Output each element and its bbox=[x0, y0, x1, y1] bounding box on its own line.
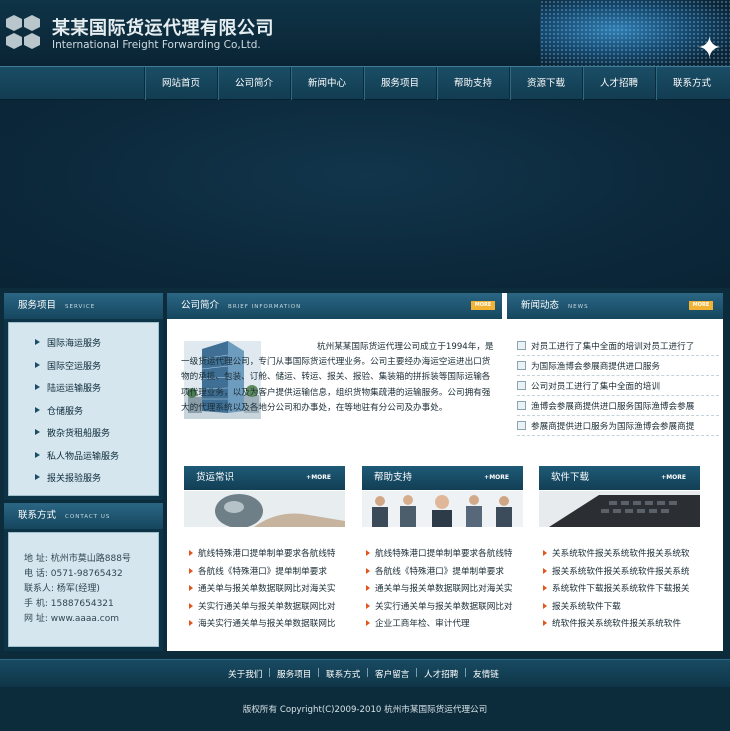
service-item[interactable]: 报关报验服务 bbox=[34, 471, 101, 484]
nav-help[interactable]: 帮助支持 bbox=[436, 67, 509, 100]
article-item[interactable]: 报关系统软件报关系统软件报关系统 bbox=[543, 565, 699, 577]
nav-jobs[interactable]: 人才招聘 bbox=[582, 67, 655, 100]
banner bbox=[0, 100, 730, 288]
footer-separator: | bbox=[268, 668, 271, 678]
intro-title: 公司简介 BRIEF INFORMATION MORE bbox=[167, 293, 502, 319]
footer-link-friends[interactable]: 友情链 bbox=[473, 668, 499, 680]
freight-tips-title-text: 货运常识 bbox=[196, 472, 235, 483]
site-subtitle: International Freight Forwarding Co,Ltd. bbox=[52, 39, 261, 51]
contact-title-text: 联系方式 bbox=[18, 510, 57, 521]
article-item[interactable]: 各航线《特殊港口》提单制单要求 bbox=[189, 565, 345, 577]
news-item[interactable]: 渔博会参展商提供进口服务国际渔博会参展 bbox=[517, 400, 719, 412]
services-title: 服务项目 SERVICE bbox=[4, 293, 163, 319]
article-item[interactable]: 关实行通关单与报关单数据联网比对 bbox=[366, 600, 523, 612]
service-item[interactable]: 私人物品运输服务 bbox=[34, 449, 119, 462]
divider bbox=[517, 395, 719, 396]
article-item[interactable]: 企业工商年检、审计代理 bbox=[366, 617, 523, 629]
news-item[interactable]: 公司对员工进行了集中全面的培训 bbox=[517, 380, 719, 392]
news-item[interactable]: 为国际渔博会参展商提供进口服务 bbox=[517, 360, 719, 372]
article-item[interactable]: 统软件报关系统软件报关系统软件 bbox=[543, 617, 699, 629]
help-support-title-text: 帮助支持 bbox=[374, 472, 413, 483]
intro-title-text: 公司简介 bbox=[181, 300, 220, 311]
contact-title: 联系方式 CONTACT US bbox=[4, 503, 163, 529]
service-item[interactable]: 陆运运输服务 bbox=[34, 381, 101, 394]
divider bbox=[517, 415, 719, 416]
team-image bbox=[362, 491, 523, 527]
footer-separator: | bbox=[415, 668, 418, 678]
contact-person: 联系人: 杨军(经理) bbox=[24, 584, 100, 594]
article-item[interactable]: 航线特殊港口提单制单要求各航线特 bbox=[366, 547, 523, 559]
news-title-text: 新闻动态 bbox=[521, 300, 560, 311]
nav-about[interactable]: 公司简介 bbox=[217, 67, 290, 100]
freight-tips-title: 货运常识 +MORE bbox=[184, 466, 345, 490]
nav-downloads[interactable]: 资源下载 bbox=[509, 67, 582, 100]
services-title-en: SERVICE bbox=[65, 304, 96, 310]
main-nav: 网站首页 公司简介 新闻中心 服务项目 帮助支持 资源下载 人才招聘 联系方式 bbox=[0, 66, 730, 100]
nav-services[interactable]: 服务项目 bbox=[363, 67, 436, 100]
contact-phone: 电 话: 0571-98765432 bbox=[24, 569, 123, 579]
article-item[interactable]: 报关系统软件下载 bbox=[543, 600, 699, 612]
article-item[interactable]: 系统软件下载报关系统软件下载报关 bbox=[543, 582, 699, 594]
service-item[interactable]: 国际海运服务 bbox=[34, 336, 101, 349]
news-title-en: NEWS bbox=[568, 304, 589, 310]
site-title: 某某国际货运代理有限公司 bbox=[52, 18, 274, 39]
article-item[interactable]: 通关单与报关单数据联网比对海关实 bbox=[189, 582, 345, 594]
article-item[interactable]: 通关单与报关单数据联网比对海关实 bbox=[366, 582, 523, 594]
footer-link-jobs[interactable]: 人才招聘 bbox=[424, 668, 458, 680]
footer-separator: | bbox=[366, 668, 369, 678]
laptop-image bbox=[539, 491, 700, 527]
header: 某某国际货运代理有限公司 International Freight Forwa… bbox=[0, 0, 730, 66]
nav-news[interactable]: 新闻中心 bbox=[290, 67, 363, 100]
contact-mobile: 手 机: 15887654321 bbox=[24, 599, 114, 609]
services-list: 国际海运服务 国际空运服务 陆运运输服务 仓储服务 散杂货租船服务 私人物品运输… bbox=[8, 322, 159, 496]
nav-contact[interactable]: 联系方式 bbox=[655, 67, 728, 100]
footer-nav: 关于我们 | 服务项目 | 联系方式 | 客户留言 | 人才招聘 | 友情链 bbox=[0, 659, 730, 687]
article-item[interactable]: 关实行通关单与报关单数据联网比对 bbox=[189, 600, 345, 612]
footer-link-guestbook[interactable]: 客户留言 bbox=[375, 668, 409, 680]
help-support-more[interactable]: +MORE bbox=[484, 466, 509, 490]
divider bbox=[517, 435, 719, 436]
article-item[interactable]: 海关实行通关单与报关单数据联网比 bbox=[189, 617, 345, 629]
software-download-title: 软件下载 +MORE bbox=[539, 466, 700, 490]
intro-more-button[interactable]: MORE bbox=[471, 301, 495, 310]
footer-link-about[interactable]: 关于我们 bbox=[228, 668, 262, 680]
globe-hand-image bbox=[184, 491, 345, 527]
footer-link-services[interactable]: 服务项目 bbox=[277, 668, 311, 680]
article-item[interactable]: 航线特殊港口提单制单要求各航线特 bbox=[189, 547, 345, 559]
intro-text: 杭州某某国际货运代理公司成立于1994年，是一级货运代理公司，专门从事国际货运代… bbox=[181, 342, 494, 413]
divider bbox=[517, 355, 719, 356]
news-item[interactable]: 对员工进行了集中全面的培训对员工进行了 bbox=[517, 340, 719, 352]
contact-info: 地 址: 杭州市莫山路888号 电 话: 0571-98765432 联系人: … bbox=[8, 532, 159, 647]
service-item[interactable]: 散杂货租船服务 bbox=[34, 426, 110, 439]
sparkle-icon: ✦ bbox=[696, 31, 722, 66]
help-support-title: 帮助支持 +MORE bbox=[362, 466, 523, 490]
article-item[interactable]: 关系统软件报关系统软件报关系统软 bbox=[543, 547, 699, 559]
globe-image: ✦ bbox=[540, 0, 730, 66]
copyright: 版权所有 Copyright(C)2009-2010 杭州市某国际货运代理公司 bbox=[242, 705, 488, 715]
software-download-title-text: 软件下载 bbox=[551, 472, 590, 483]
service-item[interactable]: 国际空运服务 bbox=[34, 359, 101, 372]
intro-title-en: BRIEF INFORMATION bbox=[228, 304, 302, 310]
logo-icon bbox=[6, 15, 42, 51]
news-title: 新闻动态 NEWS MORE bbox=[507, 293, 723, 319]
footer-separator: | bbox=[317, 668, 320, 678]
article-item[interactable]: 各航线《特殊港口》提单制单要求 bbox=[366, 565, 523, 577]
services-title-text: 服务项目 bbox=[18, 300, 57, 311]
freight-tips-more[interactable]: +MORE bbox=[306, 466, 331, 490]
contact-website: 网 址: www.aaaa.com bbox=[24, 614, 120, 624]
news-item[interactable]: 参展商提供进口服务为国际渔博会参展商提 bbox=[517, 420, 719, 432]
service-item[interactable]: 仓储服务 bbox=[34, 404, 83, 417]
nav-home[interactable]: 网站首页 bbox=[144, 67, 217, 100]
footer-link-contact[interactable]: 联系方式 bbox=[326, 668, 360, 680]
contact-title-en: CONTACT US bbox=[65, 514, 111, 520]
news-more-button[interactable]: MORE bbox=[689, 301, 713, 310]
contact-address: 地 址: 杭州市莫山路888号 bbox=[24, 554, 131, 564]
software-download-more[interactable]: +MORE bbox=[661, 466, 686, 490]
footer-separator: | bbox=[464, 668, 467, 678]
divider bbox=[517, 375, 719, 376]
